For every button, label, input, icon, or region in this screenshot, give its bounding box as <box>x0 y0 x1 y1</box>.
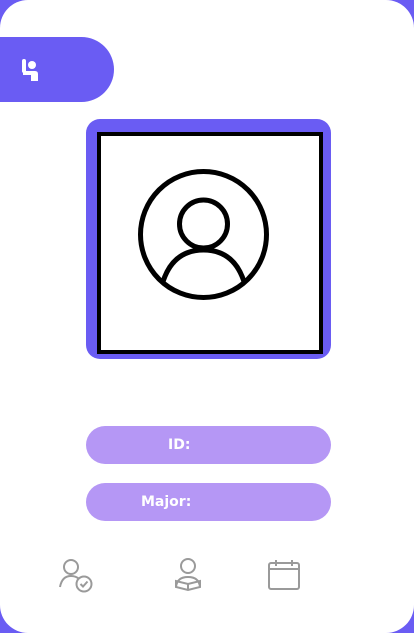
user-avatar-icon <box>138 169 269 300</box>
header-tag <box>0 37 114 102</box>
major-field: Major: <box>86 483 331 521</box>
nav-user-check[interactable] <box>57 557 97 597</box>
hand-raise-icon[interactable] <box>17 57 43 83</box>
reader-icon <box>175 558 201 592</box>
id-field: ID: <box>86 426 331 464</box>
nav-calendar[interactable] <box>264 557 304 597</box>
user-check-icon <box>59 559 93 593</box>
nav-reader[interactable] <box>168 557 208 597</box>
avatar-frame <box>86 119 331 359</box>
avatar-photo[interactable] <box>97 132 323 354</box>
major-label: Major: <box>141 494 192 510</box>
id-label: ID: <box>168 437 191 453</box>
calendar-icon <box>268 560 300 590</box>
profile-screen: ID: Major: <box>0 0 414 633</box>
